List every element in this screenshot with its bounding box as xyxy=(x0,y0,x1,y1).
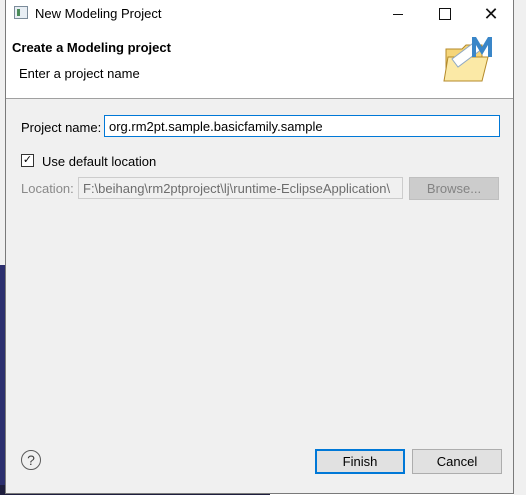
minimize-button[interactable] xyxy=(375,0,421,28)
title-bar: New Modeling Project ✕ xyxy=(6,0,513,28)
finish-button[interactable]: Finish xyxy=(315,449,405,474)
window-title: New Modeling Project xyxy=(35,6,162,21)
wizard-message: Enter a project name xyxy=(19,66,140,81)
maximize-icon xyxy=(439,8,451,20)
use-default-location-checkbox[interactable]: ✓ xyxy=(21,154,34,167)
project-name-input[interactable]: org.rm2pt.sample.basicfamily.sample xyxy=(104,115,500,137)
window-app-icon xyxy=(14,6,28,19)
close-icon: ✕ xyxy=(483,4,499,24)
maximize-button[interactable] xyxy=(422,0,468,28)
wizard-header: Create a Modeling project Enter a projec… xyxy=(6,28,513,99)
project-name-label: Project name: xyxy=(21,120,102,135)
background-window-right xyxy=(514,0,526,495)
help-icon: ? xyxy=(27,452,35,468)
location-label: Location: xyxy=(21,181,74,196)
new-modeling-project-dialog: New Modeling Project ✕ Create a Modeling… xyxy=(5,0,514,494)
browse-button[interactable]: Browse... xyxy=(409,177,499,200)
checkmark-icon: ✓ xyxy=(22,154,33,166)
use-default-location-label[interactable]: Use default location xyxy=(42,154,156,169)
cancel-button[interactable]: Cancel xyxy=(412,449,502,474)
location-input[interactable]: F:\beihang\rm2ptproject\lj\runtime-Eclip… xyxy=(78,177,403,199)
close-button[interactable]: ✕ xyxy=(468,0,514,28)
modeling-project-icon xyxy=(443,37,492,82)
help-button[interactable]: ? xyxy=(21,450,41,470)
minimize-icon xyxy=(393,13,403,15)
wizard-title: Create a Modeling project xyxy=(12,40,171,55)
